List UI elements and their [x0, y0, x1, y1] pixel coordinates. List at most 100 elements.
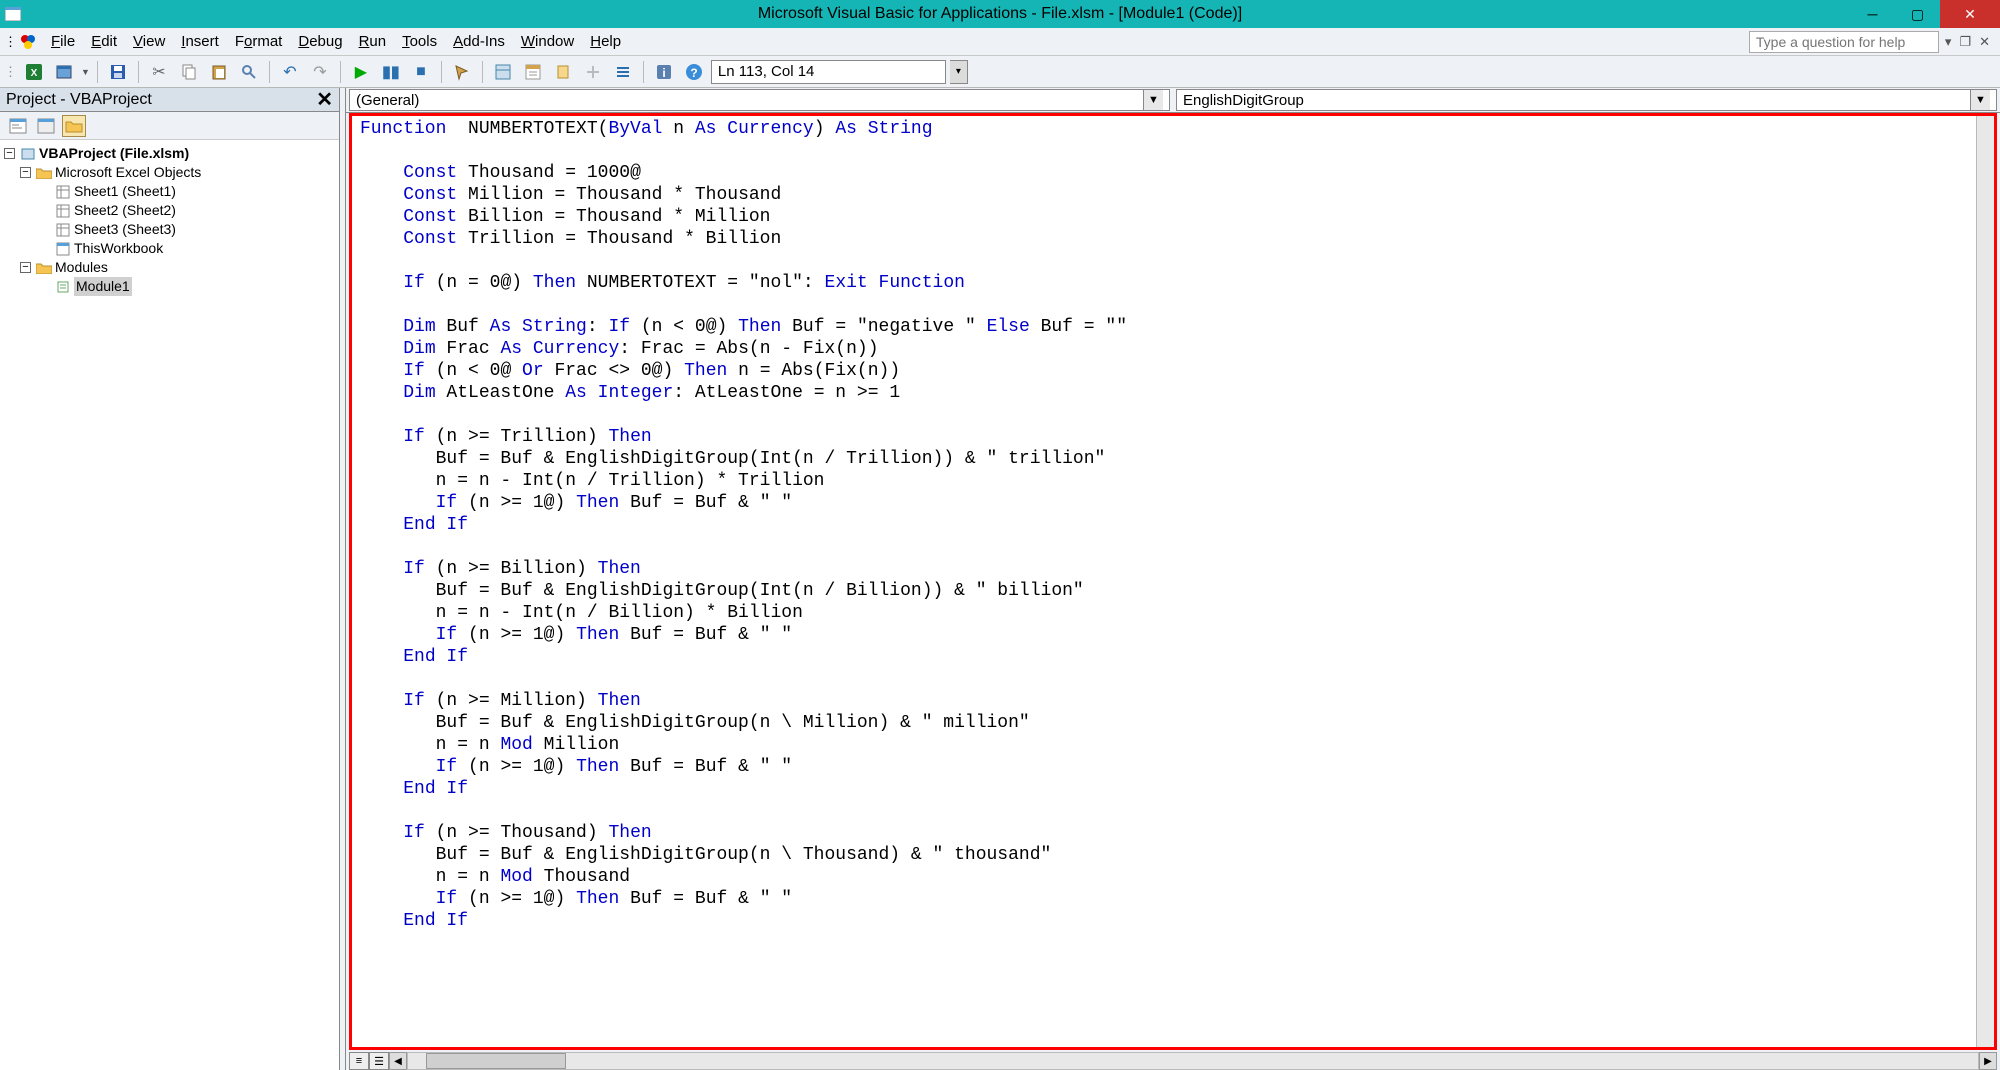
view-excel-button[interactable]: X: [21, 59, 47, 85]
dropdown-arrow-icon[interactable]: ▼: [1143, 90, 1163, 110]
procedure-combo-text: EnglishDigitGroup: [1183, 92, 1304, 109]
app-icon: [0, 7, 26, 21]
tree-item-label: Sheet2 (Sheet2): [74, 201, 176, 220]
menu-window[interactable]: Window: [513, 30, 582, 53]
object-combo[interactable]: (General) ▼: [349, 89, 1170, 111]
vertical-scrollbar[interactable]: [1976, 116, 1994, 1047]
project-explorer: Project - VBAProject ✕ −VBAProject (File…: [0, 88, 340, 1070]
procedure-combo[interactable]: EnglishDigitGroup ▼: [1176, 89, 1997, 111]
tree-sheet3[interactable]: Sheet3 (Sheet3): [4, 220, 335, 239]
insert-object-button[interactable]: [51, 59, 77, 85]
menu-run[interactable]: Run: [351, 30, 395, 53]
sheet-icon: [54, 223, 72, 237]
project-explorer-title: Project - VBAProject ✕: [0, 88, 339, 112]
save-button[interactable]: [105, 59, 131, 85]
toolbar-grip-icon: ⋮: [4, 34, 17, 50]
menu-view[interactable]: View: [125, 30, 173, 53]
sheet-icon: [54, 204, 72, 218]
dropdown-arrow-icon[interactable]: ▼: [1970, 90, 1990, 110]
mdi-restore-button[interactable]: ❐: [1959, 34, 1971, 50]
redo-button[interactable]: ↷: [307, 59, 333, 85]
tree-item-label: Sheet3 (Sheet3): [74, 220, 176, 239]
scroll-right-button[interactable]: ▶: [1979, 1052, 1997, 1070]
menu-file[interactable]: FFileile: [43, 30, 83, 53]
menu-tools[interactable]: Tools: [394, 30, 445, 53]
full-module-view-button[interactable]: ☰: [369, 1052, 389, 1070]
menu-debug[interactable]: Debug: [290, 30, 350, 53]
standard-toolbar: ⋮ X ▼ ✂ ↶ ↷ ▶ ▮▮ ■ i ? Ln 113, Col 14 ▾: [0, 56, 2000, 88]
help-search-input[interactable]: [1749, 31, 1939, 53]
tree-sheet2[interactable]: Sheet2 (Sheet2): [4, 201, 335, 220]
tree-folder-label: Modules: [55, 258, 108, 277]
tree-thisworkbook[interactable]: ThisWorkbook: [4, 239, 335, 258]
module-icon: [54, 280, 72, 294]
project-explorer-title-text: Project - VBAProject: [6, 91, 152, 109]
tree-modules[interactable]: −Modules: [4, 258, 335, 277]
tree-item-label: Module1: [74, 277, 132, 296]
tree-root-label: VBAProject (File.xlsm): [39, 144, 189, 163]
view-code-button[interactable]: [6, 115, 30, 137]
properties-window-button[interactable]: [520, 59, 546, 85]
folder-icon: [35, 262, 53, 274]
minimize-button[interactable]: ─: [1850, 0, 1895, 28]
undo-button[interactable]: ↶: [277, 59, 303, 85]
toolbar-grip-icon: ⋮: [4, 64, 17, 80]
close-button[interactable]: ✕: [1940, 0, 2000, 28]
code-editor[interactable]: Function NUMBERTOTEXT(ByVal n As Currenc…: [352, 116, 1976, 1047]
run-button[interactable]: ▶: [348, 59, 374, 85]
help-context-button[interactable]: i: [651, 59, 677, 85]
toolbox-button[interactable]: [580, 59, 606, 85]
dropdown-arrow-icon[interactable]: ▼: [81, 67, 90, 77]
project-explorer-button[interactable]: [490, 59, 516, 85]
project-tree[interactable]: −VBAProject (File.xlsm) −Microsoft Excel…: [0, 140, 339, 1070]
project-icon: [19, 147, 37, 161]
object-browser-button[interactable]: [550, 59, 576, 85]
window-titlebar: Microsoft Visual Basic for Applications …: [0, 0, 2000, 28]
tree-module1[interactable]: Module1: [4, 277, 335, 296]
svg-text:X: X: [31, 68, 38, 79]
code-editor-highlighted: Function NUMBERTOTEXT(ByVal n As Currenc…: [349, 113, 1997, 1050]
sheet-icon: [54, 185, 72, 199]
menubar: ⋮ FFileile Edit View Insert Format Debug…: [0, 28, 2000, 56]
paste-button[interactable]: [206, 59, 232, 85]
menu-addins[interactable]: Add-Ins: [445, 30, 513, 53]
menu-insert[interactable]: Insert: [173, 30, 227, 53]
svg-text:i: i: [662, 66, 665, 80]
project-explorer-toolbar: [0, 112, 339, 140]
procedure-view-button[interactable]: ≡: [349, 1052, 369, 1070]
tab-order-button[interactable]: [610, 59, 636, 85]
vba-system-icon[interactable]: [17, 31, 39, 53]
tree-excel-objects[interactable]: −Microsoft Excel Objects: [4, 163, 335, 182]
menu-format[interactable]: Format: [227, 30, 291, 53]
find-button[interactable]: [236, 59, 262, 85]
reset-button[interactable]: ■: [408, 59, 434, 85]
workbook-icon: [54, 242, 72, 256]
design-mode-button[interactable]: [449, 59, 475, 85]
tree-folder-label: Microsoft Excel Objects: [55, 163, 201, 182]
window-title: Microsoft Visual Basic for Applications …: [0, 5, 2000, 23]
help-button[interactable]: ?: [681, 59, 707, 85]
menu-help[interactable]: Help: [582, 30, 629, 53]
cut-button[interactable]: ✂: [146, 59, 172, 85]
tree-item-label: ThisWorkbook: [74, 239, 163, 258]
tree-item-label: Sheet1 (Sheet1): [74, 182, 176, 201]
mdi-minimize-button[interactable]: ▾: [1945, 34, 1952, 50]
tree-sheet1[interactable]: Sheet1 (Sheet1): [4, 182, 335, 201]
object-combo-text: (General): [356, 92, 419, 109]
cursor-position-box: Ln 113, Col 14: [711, 60, 946, 84]
project-explorer-close-button[interactable]: ✕: [310, 87, 339, 112]
menu-edit[interactable]: Edit: [83, 30, 125, 53]
scrollbar-thumb[interactable]: [426, 1053, 566, 1069]
horizontal-scrollbar[interactable]: [407, 1052, 1979, 1070]
mdi-close-button[interactable]: ✕: [1979, 34, 1990, 50]
copy-button[interactable]: [176, 59, 202, 85]
scroll-left-button[interactable]: ◀: [389, 1052, 407, 1070]
folder-icon: [35, 167, 53, 179]
toggle-folders-button[interactable]: [62, 115, 86, 137]
position-dropdown-arrow[interactable]: ▾: [950, 60, 968, 84]
svg-text:?: ?: [690, 66, 697, 80]
maximize-button[interactable]: ▢: [1895, 0, 1940, 28]
view-object-button[interactable]: [34, 115, 58, 137]
break-button[interactable]: ▮▮: [378, 59, 404, 85]
tree-root[interactable]: −VBAProject (File.xlsm): [4, 144, 335, 163]
